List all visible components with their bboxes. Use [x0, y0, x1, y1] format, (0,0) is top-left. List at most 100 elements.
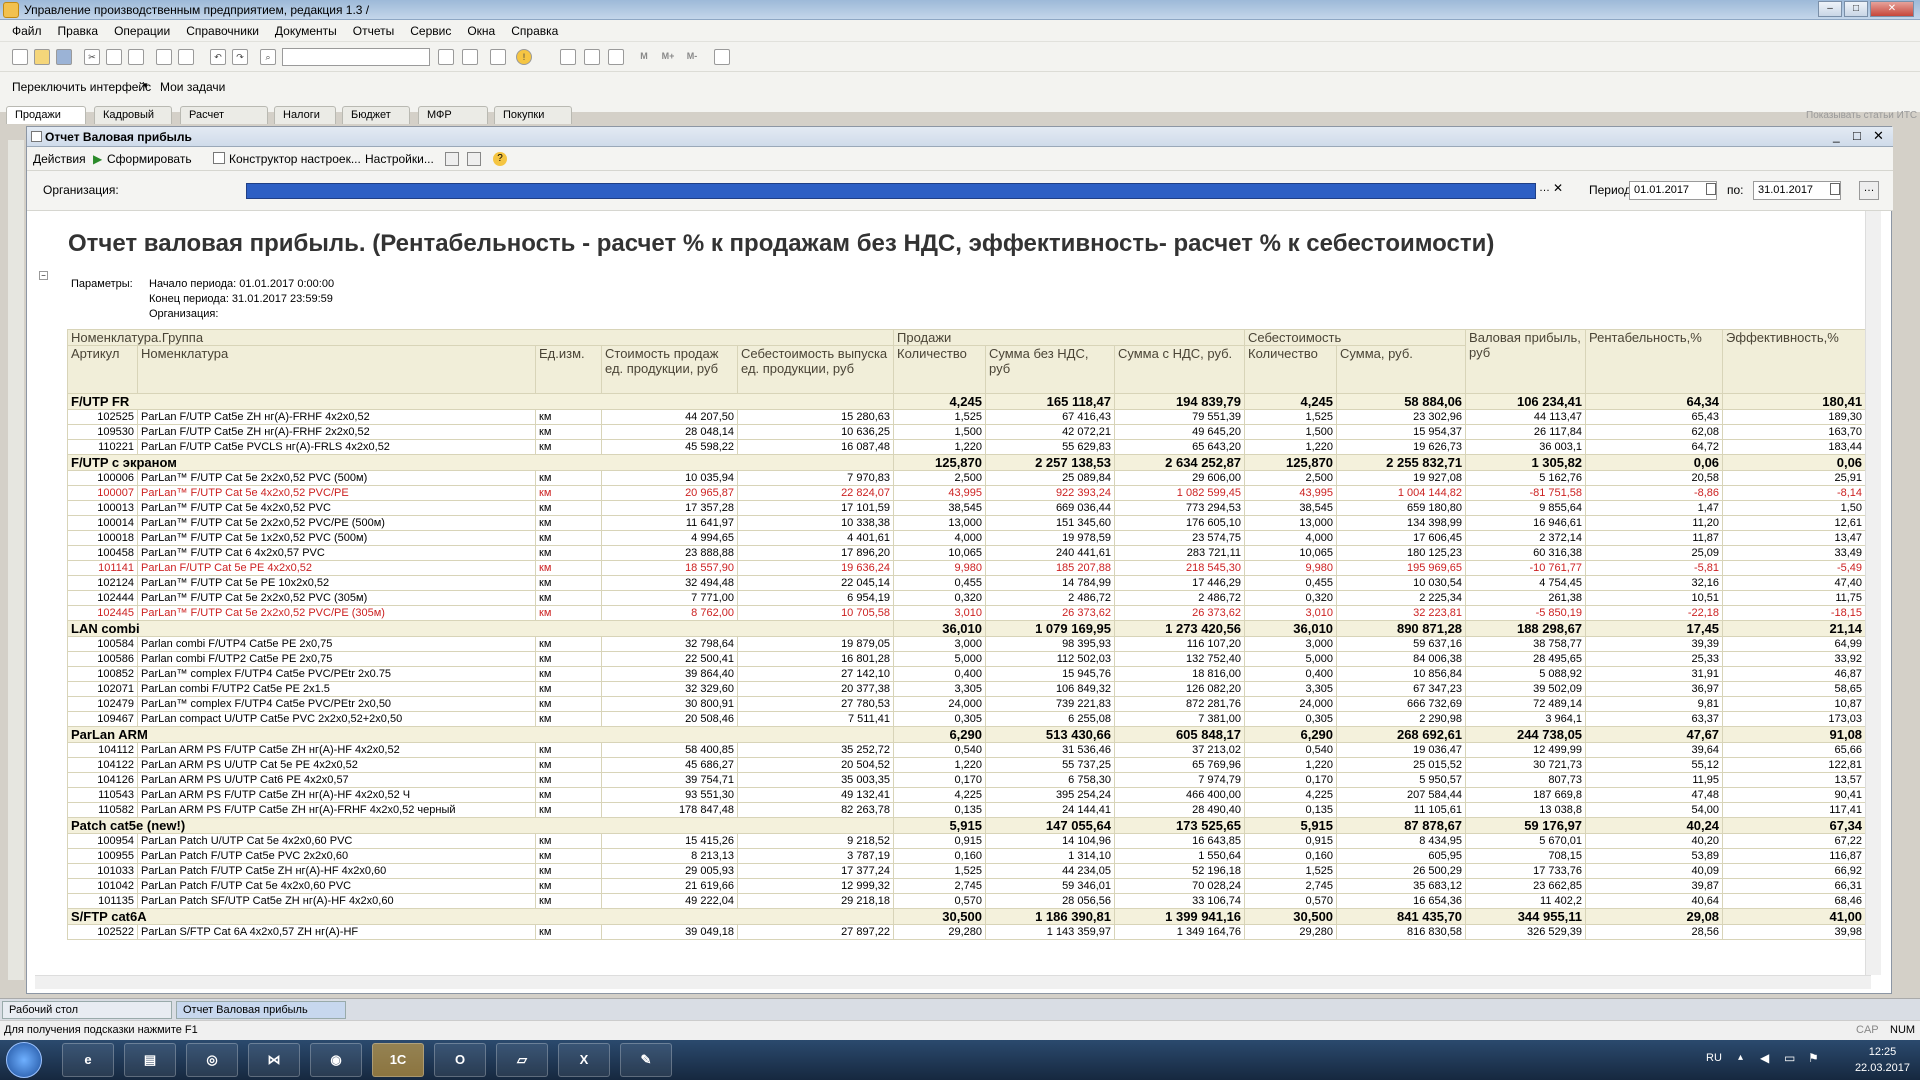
window-tab-report[interactable]: Отчет Валовая прибыль — [176, 1001, 346, 1019]
item-row[interactable]: 100007 ParLan™ F/UTP Cat 5e 4x2x0,52 PVC/… — [67, 485, 1865, 501]
item-row[interactable]: 100458 ParLan™ F/UTP Cat 6 4x2x0,57 PVC км… — [67, 545, 1865, 561]
doc-maximize-button[interactable]: □ — [1853, 128, 1861, 143]
item-row[interactable]: 102522 ParLan S/FTP Cat 6A 4x2x0,57 ZH нг… — [67, 924, 1865, 940]
copy-icon[interactable] — [106, 49, 122, 65]
menu-reports[interactable]: Отчеты — [353, 24, 394, 38]
item-row[interactable]: 102071 ParLan combi F/UTP2 Cat5e PE 2x1.5… — [67, 681, 1865, 697]
open-icon[interactable] — [34, 49, 50, 65]
tab-calc[interactable]: Расчет — [180, 106, 268, 124]
item-row[interactable]: 110582 ParLan ARM PS F/UTP Cat5e ZH нг(А)… — [67, 802, 1865, 818]
calendar-icon[interactable] — [584, 49, 600, 65]
menu-help[interactable]: Справка — [511, 24, 558, 38]
tab-budget[interactable]: Бюджет — [342, 106, 410, 124]
item-row[interactable]: 100852 ParLan™ complex F/UTP4 Cat5e PVC/P… — [67, 666, 1865, 682]
minimize-button[interactable]: – — [1818, 1, 1842, 17]
tab-hr[interactable]: Кадровый — [94, 106, 172, 124]
actions-menu[interactable]: Действия — [33, 152, 86, 166]
doc-minimize-button[interactable]: _ — [1833, 129, 1840, 143]
export-icon[interactable] — [445, 152, 459, 166]
tray-arrow-icon[interactable]: ▴ — [1738, 1052, 1743, 1063]
find-icon[interactable]: ⌕ — [260, 49, 276, 65]
item-row[interactable]: 110543 ParLan ARM PS F/UTP Cat5e ZH нг(А)… — [67, 787, 1865, 803]
users-icon[interactable] — [608, 49, 624, 65]
item-row[interactable]: 102124 ParLan™ F/UTP Cat 5e PE 10x2x0,52 к… — [67, 575, 1865, 591]
onec-icon[interactable]: 1C — [372, 1043, 424, 1077]
new-icon[interactable] — [12, 49, 28, 65]
notepad-icon[interactable]: ▱ — [496, 1043, 548, 1077]
group-row[interactable]: F/UTP с экраном 125,870 2 257 138,53 2 634 … — [67, 454, 1865, 471]
paint-icon[interactable]: ✎ — [620, 1043, 672, 1077]
cut-icon[interactable]: ✂ — [84, 49, 100, 65]
help-icon[interactable]: ? — [493, 152, 507, 166]
filter-icon[interactable] — [467, 152, 481, 166]
ie-icon[interactable]: e — [62, 1043, 114, 1077]
date-to-field[interactable]: 31.01.2017 — [1753, 181, 1841, 200]
menu-operations[interactable]: Операции — [114, 24, 170, 38]
item-row[interactable]: 100018 ParLan™ F/UTP Cat 5e 1x2x0,52 PVC … — [67, 530, 1865, 546]
print-icon[interactable] — [156, 49, 172, 65]
show-its-checkbox-label[interactable]: Показывать статьи ИТС — [1806, 110, 1917, 121]
search-next-icon[interactable] — [438, 49, 454, 65]
tab-purchases[interactable]: Покупки — [494, 106, 572, 124]
windows-icon[interactable] — [490, 49, 506, 65]
group-row[interactable]: Patch cat5e (new!) 5,915 147 055,64 173 525… — [67, 817, 1865, 834]
item-row[interactable]: 102479 ParLan™ complex F/UTP4 Cat5e PVC/P… — [67, 696, 1865, 712]
group-row[interactable]: F/UTP FR 4,245 165 118,47 194 839,79 4,245 58… — [67, 393, 1865, 410]
item-row[interactable]: 101033 ParLan Patch F/UTP Cat5e ZH нг(А)-… — [67, 863, 1865, 879]
item-row[interactable]: 100584 Parlan combi F/UTP4 Cat5e PE 2x0,7… — [67, 636, 1865, 652]
firefox-icon[interactable]: ◉ — [310, 1043, 362, 1077]
switch-interface-link[interactable]: Переключить интерфейс — [12, 80, 151, 94]
tab-mfr[interactable]: МФР — [418, 106, 488, 124]
generate-button[interactable]: Сформировать — [107, 152, 192, 166]
item-row[interactable]: 109467 ParLan compact U/UTP Cat5e PVC 2x2… — [67, 711, 1865, 727]
calendar-to-icon[interactable] — [1830, 183, 1840, 195]
redo-icon[interactable]: ↷ — [232, 49, 248, 65]
flag-icon[interactable]: ⚑ — [1808, 1051, 1819, 1065]
language-indicator[interactable]: RU — [1706, 1052, 1722, 1064]
settings-button[interactable]: Настройки... — [365, 152, 434, 166]
item-row[interactable]: 100013 ParLan™ F/UTP Cat 5e 4x2x0,52 PVC к… — [67, 500, 1865, 516]
calculator-icon[interactable] — [560, 49, 576, 65]
item-row[interactable]: 100014 ParLan™ F/UTP Cat 5e 2x2x0,52 PVC/… — [67, 515, 1865, 531]
clock[interactable]: 12:25 22.03.2017 — [1855, 1044, 1910, 1076]
search-input[interactable] — [282, 48, 430, 66]
item-row[interactable]: 101042 ParLan Patch F/UTP Cat 5e 4x2x0,60… — [67, 878, 1865, 894]
memory-plus-icon[interactable]: M+ — [660, 49, 676, 65]
menu-edit[interactable]: Правка — [58, 24, 99, 38]
window-tab-desktop[interactable]: Рабочий стол — [2, 1001, 172, 1019]
preview-icon[interactable] — [178, 49, 194, 65]
item-row[interactable]: 100954 ParLan Patch U/UTP Cat 5e 4x2x0,60… — [67, 833, 1865, 849]
menu-file[interactable]: Файл — [12, 24, 42, 38]
vs-icon[interactable]: ⋈ — [248, 1043, 300, 1077]
constructor-button[interactable]: Конструктор настроек... — [229, 152, 361, 166]
excel-icon[interactable]: X — [558, 1043, 610, 1077]
group-row[interactable]: S/FTP cat6A 30,500 1 186 390,81 1 399 941,1… — [67, 908, 1865, 925]
vertical-scrollbar[interactable] — [1865, 211, 1881, 975]
group-row[interactable]: LAN combi 36,010 1 079 169,95 1 273 420,56 3… — [67, 620, 1865, 637]
item-row[interactable]: 100586 Parlan combi F/UTP2 Cat5e PE 2x0,7… — [67, 651, 1865, 667]
horizontal-scrollbar[interactable] — [35, 975, 1871, 989]
item-row[interactable]: 102445 ParLan™ F/UTP Cat 5e 2x2x0,52 PVC/… — [67, 605, 1865, 621]
memory-minus-icon[interactable]: M- — [684, 49, 700, 65]
my-tasks-link[interactable]: Мои задачи — [160, 80, 225, 94]
tab-taxes[interactable]: Налоги — [274, 106, 336, 124]
item-row[interactable]: 101141 ParLan F/UTP Cat 5e PE 4x2x0,52 км 1… — [67, 560, 1865, 576]
item-row[interactable]: 102525 ParLan F/UTP Cat5e ZH нг(А)-FRHF 4… — [67, 409, 1865, 425]
period-select-button[interactable]: … — [1859, 181, 1879, 200]
group-row[interactable]: ParLan ARM 6,290 513 430,66 605 848,17 6,290… — [67, 726, 1865, 743]
volume-icon[interactable]: ◀ — [1760, 1051, 1769, 1065]
calendar-from-icon[interactable] — [1706, 183, 1716, 195]
tools-icon[interactable] — [714, 49, 730, 65]
undo-icon[interactable]: ↶ — [210, 49, 226, 65]
explorer-icon[interactable]: ▤ — [124, 1043, 176, 1077]
menu-windows[interactable]: Окна — [467, 24, 495, 38]
outlook-icon[interactable]: O — [434, 1043, 486, 1077]
item-row[interactable]: 100006 ParLan™ F/UTP Cat 5e 2x2x0,52 PVC … — [67, 470, 1865, 486]
chrome-icon[interactable]: ◎ — [186, 1043, 238, 1077]
network-icon[interactable]: ▭ — [1784, 1051, 1795, 1065]
org-select-icon[interactable]: … — [1539, 182, 1550, 194]
menu-references[interactable]: Справочники — [186, 24, 259, 38]
item-row[interactable]: 104126 ParLan ARM PS U/UTP Cat6 PE 4x2x0,… — [67, 772, 1865, 788]
tab-sales[interactable]: Продажи — [6, 106, 86, 124]
menu-documents[interactable]: Документы — [275, 24, 337, 38]
